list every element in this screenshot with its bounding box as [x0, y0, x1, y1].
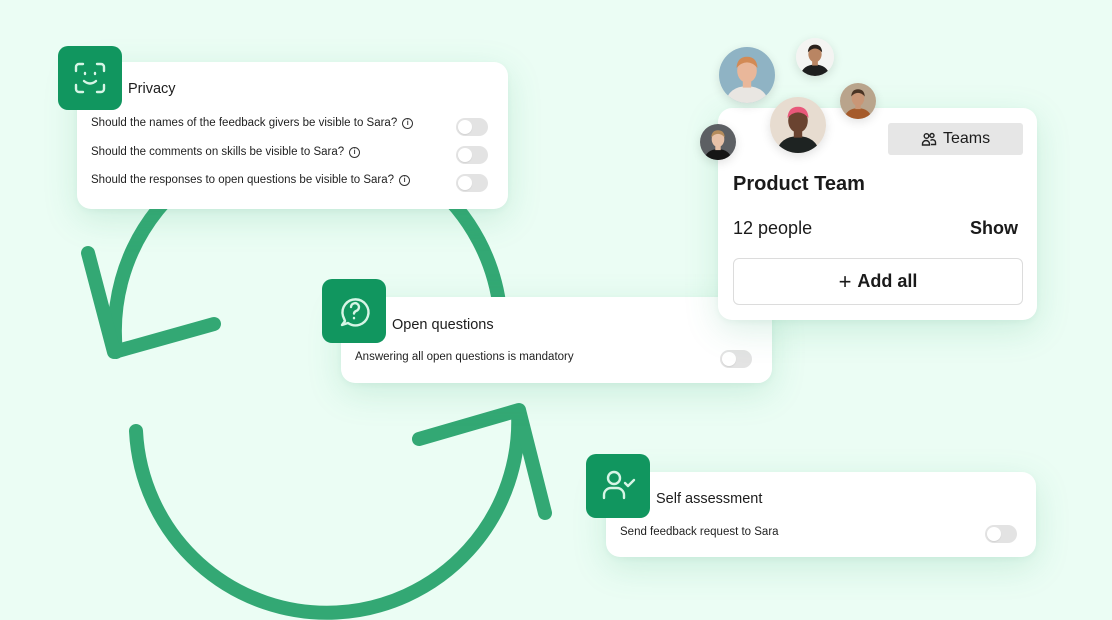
lower-arrowhead [412, 403, 552, 520]
teams-button-label: Teams [942, 130, 991, 147]
add-all-button[interactable]: + Add all [733, 258, 1023, 305]
avatar-4 [770, 97, 826, 153]
lower-arc [129, 405, 526, 620]
self-assessment-row-send: Send feedback request to Sara [620, 526, 779, 538]
add-all-label: Add all [857, 271, 918, 291]
open-questions-row-mandatory: Answering all open questions is mandator… [355, 351, 574, 363]
toggle-mandatory-open-questions[interactable] [720, 350, 752, 368]
teams-button[interactable]: Teams [888, 123, 1023, 155]
avatar-portrait [770, 97, 826, 153]
open-questions-card: Open questions Answering all open questi… [341, 297, 772, 383]
toggle-responses-visible[interactable] [456, 174, 488, 192]
privacy-row-comments: Should the comments on skills be visible… [91, 146, 361, 158]
upper-arrowhead [81, 246, 221, 359]
self-assessment-card: Self assessment Send feedback request to… [606, 472, 1036, 557]
users-icon [921, 132, 937, 146]
toggle-names-visible[interactable] [456, 118, 488, 136]
toggle-knob [987, 527, 1001, 541]
toggle-knob [458, 120, 472, 134]
row-label: Should the names of the feedback givers … [91, 117, 398, 129]
feedback-settings-illustration: Privacy Should the names of the feedback… [0, 0, 1112, 620]
toggle-send-feedback-request[interactable] [985, 525, 1017, 543]
user-check-icon [586, 454, 650, 518]
avatar-1 [719, 47, 775, 103]
privacy-card: Privacy Should the names of the feedback… [77, 62, 508, 209]
row-label: Should the responses to open questions b… [91, 174, 395, 186]
plus-icon: + [838, 268, 852, 294]
avatar-portrait [796, 38, 834, 76]
show-members-link[interactable]: Show [970, 218, 1018, 239]
row-label: Should the comments on skills be visible… [91, 146, 345, 158]
info-icon[interactable]: i [402, 117, 414, 129]
open-questions-title: Open questions [392, 317, 494, 333]
privacy-title: Privacy [128, 81, 176, 97]
team-member-count: 12 people [733, 218, 813, 238]
toggle-knob [458, 148, 472, 162]
avatar-3 [840, 83, 876, 119]
privacy-row-responses: Should the responses to open questions b… [91, 174, 411, 186]
question-chat-icon [322, 279, 386, 343]
row-label: Send feedback request to Sara [620, 526, 779, 538]
team-name: Product Team [733, 173, 865, 195]
avatar-portrait [840, 83, 876, 119]
info-icon[interactable]: i [349, 146, 361, 158]
toggle-knob [722, 352, 736, 366]
row-label: Answering all open questions is mandator… [355, 351, 574, 363]
avatar-2 [796, 38, 834, 76]
team-card: Teams Product Team 12 people Show + Add … [718, 108, 1037, 320]
privacy-row-names: Should the names of the feedback givers … [91, 117, 414, 129]
self-assessment-title: Self assessment [656, 491, 763, 507]
toggle-comments-visible[interactable] [456, 146, 488, 164]
toggle-knob [458, 176, 472, 190]
avatar-portrait [700, 124, 736, 160]
avatar-5 [700, 124, 736, 160]
face-id-icon [58, 46, 122, 110]
info-icon[interactable]: i [399, 174, 411, 186]
avatar-portrait [719, 47, 775, 103]
